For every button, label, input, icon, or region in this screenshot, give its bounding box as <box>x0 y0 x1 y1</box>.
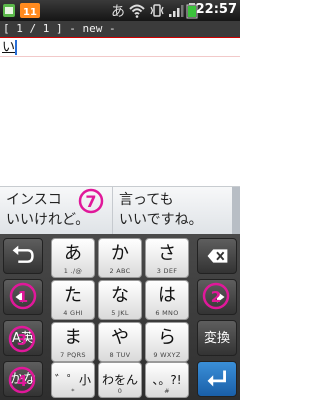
key-main-label: た <box>64 285 82 306</box>
candidate-line: いいけれど。 <box>6 212 90 228</box>
right-arrow-icon <box>217 291 225 303</box>
ime-app-icon <box>3 4 15 17</box>
editor-line-rule <box>0 56 240 57</box>
key-main-label: ら <box>158 327 176 348</box>
key-ta[interactable]: た 4 GHI <box>51 280 95 320</box>
key-dakuten[interactable]: ゛゜小 * <box>51 362 95 398</box>
key-main-label: な <box>111 285 129 306</box>
candidate-line: インスコ <box>6 192 62 208</box>
key-ya[interactable]: や 8 TUV <box>98 322 142 362</box>
key-ka[interactable]: か 2 ABC <box>98 238 142 278</box>
candidate-item[interactable]: 言っても いいですね。 <box>112 187 230 235</box>
key-wa[interactable]: わをん 0 <box>98 362 142 398</box>
key-main-label: さ <box>158 243 176 264</box>
key-label: 変換 <box>203 331 230 346</box>
document-title-bar: [ 1 / 1 ] - new - <box>0 21 240 37</box>
candidate-item[interactable]: インスコ いいけれど。 <box>0 187 110 235</box>
key-main-label: か <box>111 243 129 264</box>
clock: 22:57 <box>195 2 237 17</box>
enter-key[interactable] <box>197 361 237 397</box>
key-na[interactable]: な 5 JKL <box>98 280 142 320</box>
signal-icon <box>169 5 184 17</box>
key-sub-label: 2 ABC <box>109 267 131 275</box>
input-mode-key[interactable]: A英 <box>3 320 43 356</box>
text-editor[interactable]: い <box>0 38 240 186</box>
key-sub-label: 6 MNO <box>155 309 179 317</box>
key-sub-label: 4 GHI <box>63 309 83 317</box>
flick-keyboard: あ 1 ./@ か 2 ABC さ 3 DEF た 4 GHI な 5 JKL … <box>0 234 240 400</box>
key-main-label: や <box>111 327 129 348</box>
svg-text:11: 11 <box>23 7 37 18</box>
candidate-line: いいですね。 <box>119 212 203 228</box>
backspace-icon <box>207 249 228 263</box>
candidate-bar: インスコ いいけれど。 言っても いいですね。 <box>0 186 240 235</box>
left-arrow-icon <box>15 291 23 303</box>
kana-key[interactable]: かな <box>3 361 43 397</box>
cursor-left-key[interactable] <box>3 279 43 315</box>
text-caret <box>15 40 17 55</box>
key-sub-label: 1 ./@ <box>63 267 83 275</box>
key-label: かな <box>9 372 36 387</box>
key-ra[interactable]: ら 9 WXYZ <box>145 322 189 362</box>
enter-icon <box>207 370 226 387</box>
backspace-key[interactable] <box>197 238 237 274</box>
composing-text: い <box>2 40 16 55</box>
undo-arrow-icon <box>12 245 34 263</box>
key-label: A英 <box>12 331 34 346</box>
convert-key[interactable]: 変換 <box>197 320 237 356</box>
key-punctuation[interactable]: 、。?! # <box>145 362 189 398</box>
undo-key[interactable] <box>3 238 43 274</box>
key-sub-label: * <box>71 387 75 395</box>
key-sub-label: 8 TUV <box>109 351 131 359</box>
document-title: [ 1 / 1 ] - new - <box>3 22 116 35</box>
wifi-icon <box>129 4 145 18</box>
kana-indicator: あ <box>111 4 125 20</box>
key-a[interactable]: あ 1 ./@ <box>51 238 95 278</box>
key-main-label: ま <box>64 327 82 348</box>
key-sub-label: 0 <box>117 387 123 395</box>
cursor-right-key[interactable] <box>197 279 237 315</box>
key-sub-label: 9 WXYZ <box>153 351 181 359</box>
key-main-label: あ <box>64 243 82 264</box>
sim-icon: 11 <box>20 3 40 18</box>
key-sub-label: 7 PQRS <box>60 351 86 359</box>
key-sub-label: 5 JKL <box>111 309 129 317</box>
key-sub-label: 3 DEF <box>156 267 178 275</box>
key-ma[interactable]: ま 7 PQRS <box>51 322 95 362</box>
key-main-label: は <box>158 285 176 306</box>
candidate-scrollbar[interactable] <box>232 187 240 235</box>
key-sub-label: # <box>164 387 170 395</box>
candidate-line: 言っても <box>119 192 174 208</box>
key-sa[interactable]: さ 3 DEF <box>145 238 189 278</box>
vibrate-icon <box>150 4 164 17</box>
status-bar: 11 あ 22:57 <box>0 0 240 21</box>
key-ha[interactable]: は 6 MNO <box>145 280 189 320</box>
